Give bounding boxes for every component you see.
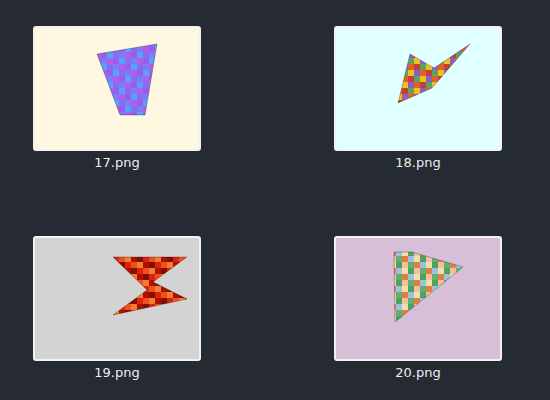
thumbnail[interactable] <box>334 236 502 361</box>
file-name[interactable]: 18.png <box>395 154 440 172</box>
image-preview <box>35 238 199 359</box>
file-grid: 17.png 18.png 19.png 20.png <box>0 0 550 400</box>
image-preview <box>336 238 500 359</box>
file-name[interactable]: 17.png <box>94 154 139 172</box>
image-preview <box>35 28 199 149</box>
image-preview <box>336 28 500 149</box>
thumbnail[interactable] <box>33 236 201 361</box>
file-item[interactable]: 17.png <box>33 26 201 172</box>
file-item[interactable]: 19.png <box>33 236 201 382</box>
file-name[interactable]: 19.png <box>94 364 139 382</box>
thumbnail[interactable] <box>334 26 502 151</box>
file-item[interactable]: 20.png <box>334 236 502 382</box>
file-item[interactable]: 18.png <box>334 26 502 172</box>
file-name[interactable]: 20.png <box>395 364 440 382</box>
thumbnail[interactable] <box>33 26 201 151</box>
